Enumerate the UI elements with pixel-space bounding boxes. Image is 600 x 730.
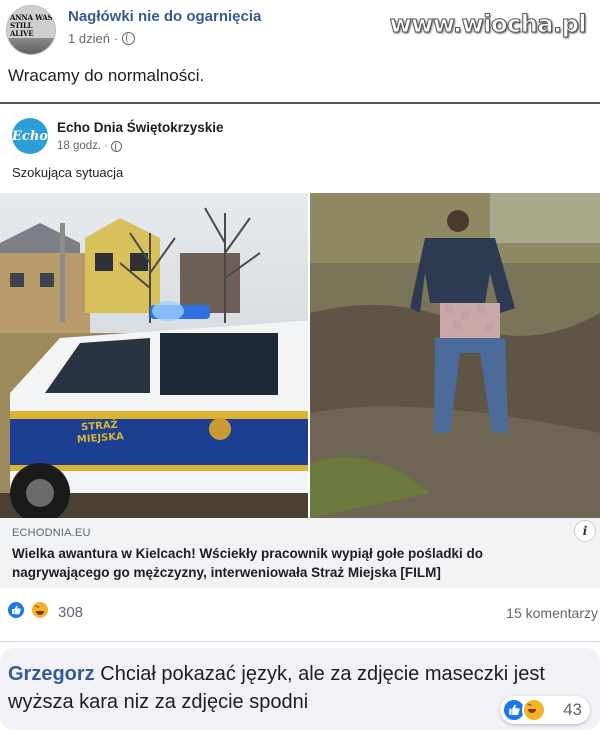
haha-icon[interactable]: [30, 600, 50, 620]
comment-reactions[interactable]: 43: [500, 696, 590, 724]
reactions-bar: 308 15 komentarzy: [0, 596, 600, 630]
reaction-count[interactable]: 308: [58, 604, 83, 621]
group-avatar[interactable]: ANNA WAS STILL ALIVE HOURS BEFORE SHE DI…: [6, 5, 56, 55]
group-name-link[interactable]: Nagłówki nie do ogarnięcia: [68, 8, 261, 25]
city-guard-van-photo[interactable]: STRAŻ MIEJSKA: [0, 193, 308, 518]
van-illustration: [0, 193, 308, 518]
field-illustration: [310, 193, 600, 518]
meta-separator: ·: [104, 140, 108, 152]
comment-author[interactable]: Grzegorz: [8, 663, 95, 685]
globe-icon: [122, 32, 136, 45]
page-avatar[interactable]: Echo: [12, 118, 48, 154]
haha-icon: [522, 698, 546, 722]
comments-count[interactable]: 15 komentarzy: [506, 605, 598, 621]
divider: [0, 641, 600, 642]
link-domain: ECHODNIA.EU: [12, 527, 91, 539]
like-icon[interactable]: [6, 600, 26, 620]
comment: Grzegorz Chciał pokazać język, ale za zd…: [0, 648, 600, 730]
shared-post-card[interactable]: Echo Echo Dnia Świętokrzyskie 18 godz. ·…: [0, 102, 600, 588]
post-time[interactable]: 1 dzień: [68, 31, 110, 46]
page-name-link[interactable]: Echo Dnia Świętokrzyskie: [57, 120, 224, 135]
shared-post-text: Szokująca sytuacja: [12, 165, 124, 180]
meta-separator: ·: [113, 31, 119, 46]
link-preview[interactable]: ECHODNIA.EU Wielka awantura w Kielcach! …: [0, 518, 600, 588]
shared-post-time[interactable]: 18 godz.: [57, 140, 101, 152]
post-text: Wracamy do normalności.: [8, 66, 205, 85]
man-in-field-photo[interactable]: [310, 193, 600, 518]
avatar-photo: [7, 38, 55, 54]
shared-post-meta: 18 godz. ·: [57, 140, 122, 152]
site-watermark: www.wiocha.pl: [389, 10, 587, 39]
link-title[interactable]: Wielka awantura w Kielcach! Wściekły pra…: [12, 544, 572, 582]
info-icon[interactable]: i: [574, 520, 596, 542]
comment-reaction-count: 43: [563, 700, 582, 719]
globe-icon: [110, 140, 122, 152]
post-meta: 1 dzień ·: [68, 31, 136, 46]
post-header: ANNA WAS STILL ALIVE HOURS BEFORE SHE DI…: [0, 0, 600, 60]
